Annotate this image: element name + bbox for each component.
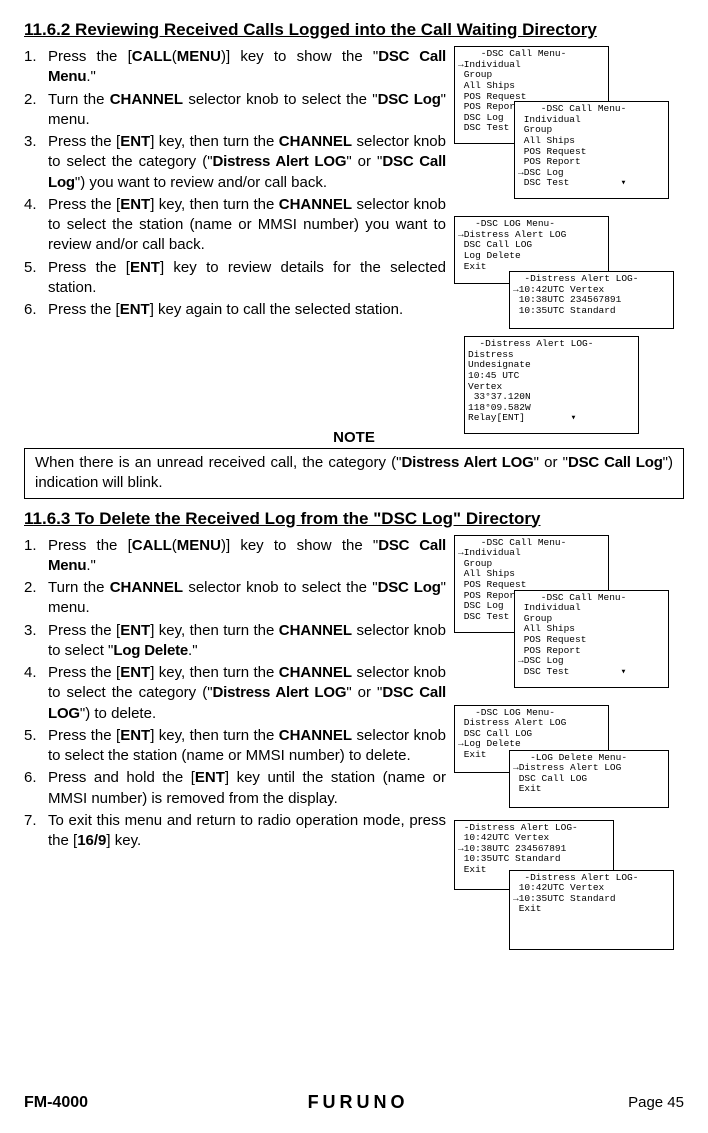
section-heading-2: 11.6.3 To Delete the Received Log from t… [24,509,684,529]
step-text: Press the [ENT] key, then turn the CHANN… [48,132,446,193]
lcd-screen: -Distress Alert LOG- Distress Undesignat… [464,336,639,434]
section1-steps: 1.Press the [CALL(MENU)] key to show the… [24,46,446,321]
step: 5.Press the [ENT] key to review details … [24,257,446,300]
step: 5.Press the [ENT] key, then turn the CHA… [24,725,446,768]
section2-steps: 1.Press the [CALL(MENU)] key to show the… [24,535,446,853]
step-num: 4. [24,663,48,724]
step-text: Press the [CALL(MENU)] key to show the "… [48,536,446,577]
step-num: 2. [24,90,48,131]
step-num: 1. [24,47,48,88]
step-text: Press the [CALL(MENU)] key to show the "… [48,47,446,88]
lcd-screen: -Distress Alert LOG- →10:42UTC Vertex 10… [509,271,674,329]
step-text: Press the [ENT] key, then turn the CHANN… [48,195,446,256]
lcd-screen: -LOG Delete Menu- →Distress Alert LOG DS… [509,750,669,808]
step-text: Press the [ENT] key, then turn the CHANN… [48,621,446,662]
footer-page: Page 45 [628,1094,684,1111]
step-text: Press the [ENT] key, then turn the CHANN… [48,663,446,724]
lcd-screen: -Distress Alert LOG- 10:42UTC Vertex →10… [509,870,674,950]
step: 2.Turn the CHANNEL selector knob to sele… [24,89,446,132]
step-text: Press the [ENT] key to review details fo… [48,258,446,299]
step-num: 1. [24,536,48,577]
step-text: Turn the CHANNEL selector knob to select… [48,578,446,619]
step-num: 3. [24,621,48,662]
section2-row: 1.Press the [CALL(MENU)] key to show the… [24,535,684,965]
lcd-screen: -DSC Call Menu- Individual Group All Shi… [514,590,669,688]
step: 7.To exit this menu and return to radio … [24,810,446,853]
step-text: Turn the CHANNEL selector knob to select… [48,90,446,131]
step-text: Press the [ENT] key, then turn the CHANN… [48,726,446,767]
step-num: 7. [24,811,48,852]
step-text: Press and hold the [ENT] key until the s… [48,768,446,809]
step-num: 5. [24,258,48,299]
step-num: 4. [24,195,48,256]
section2-screens: -DSC Call Menu- →Individual Group All Sh… [454,535,684,965]
step: 4.Press the [ENT] key, then turn the CHA… [24,662,446,725]
step: 1.Press the [CALL(MENU)] key to show the… [24,535,446,578]
section1-text: 1.Press the [CALL(MENU)] key to show the… [24,46,446,321]
step: 3.Press the [ENT] key, then turn the CHA… [24,131,446,194]
step-num: 6. [24,768,48,809]
step: 4.Press the [ENT] key, then turn the CHA… [24,194,446,257]
section-heading-1: 11.6.2 Reviewing Received Calls Logged i… [24,20,684,40]
section1-screens: -DSC Call Menu- →Individual Group All Sh… [454,46,684,421]
section2-text: 1.Press the [CALL(MENU)] key to show the… [24,535,446,853]
step-num: 2. [24,578,48,619]
step-text: Press the [ENT] key again to call the se… [48,300,446,320]
step: 2.Turn the CHANNEL selector knob to sele… [24,577,446,620]
footer-brand: FURUNO [308,1092,409,1113]
lcd-screen: -DSC Call Menu- Individual Group All Shi… [514,101,669,199]
step-num: 5. [24,726,48,767]
step-num: 3. [24,132,48,193]
step: 1.Press the [CALL(MENU)] key to show the… [24,46,446,89]
step-text: To exit this menu and return to radio op… [48,811,446,852]
step: 3.Press the [ENT] key, then turn the CHA… [24,620,446,663]
page-footer: FM-4000 FURUNO Page 45 [24,1092,684,1113]
section1-row: 1.Press the [CALL(MENU)] key to show the… [24,46,684,421]
page-container: 11.6.2 Reviewing Received Calls Logged i… [0,0,708,1133]
step: 6.Press and hold the [ENT] key until the… [24,767,446,810]
step: 6.Press the [ENT] key again to call the … [24,299,446,321]
step-num: 6. [24,300,48,320]
note-box: When there is an unread received call, t… [24,448,684,499]
footer-model: FM-4000 [24,1094,88,1112]
